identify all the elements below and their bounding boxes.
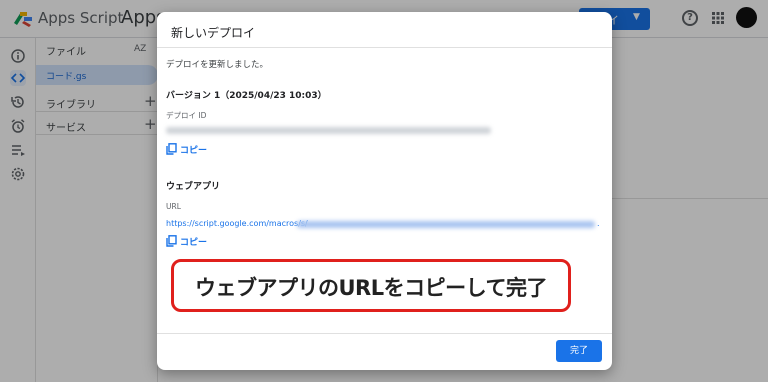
deploy-id-label: デプロイ ID [166,111,207,120]
divider [157,47,612,48]
webapp-url-link[interactable]: https://script.google.com/macros/s/ [166,219,308,228]
copy-icon [166,235,177,247]
divider [157,333,612,334]
webapp-heading: ウェブアプリ [166,182,221,192]
deploy-message: デプロイを更新しました。 [166,60,269,70]
webapp-url-end: . [597,219,600,228]
dialog-title: 新しいデプロイ [171,26,256,40]
version-heading: バージョン 1（2025/04/23 10:03） [166,91,327,101]
annotation-callout: ウェブアプリのURLをコピーして完了 [171,259,571,312]
annotation-text: ウェブアプリのURLをコピーして完了 [195,276,547,300]
copy-label: コピー [180,238,208,248]
copy-icon [166,143,177,155]
url-label: URL [166,202,181,211]
deploy-id-value-redacted [166,127,491,134]
done-button[interactable]: 完了 [556,340,602,362]
new-deployment-dialog: 新しいデプロイ デプロイを更新しました。 バージョン 1（2025/04/23 … [157,12,612,370]
copy-label: コピー [180,146,208,156]
webapp-url-redacted [297,221,595,228]
